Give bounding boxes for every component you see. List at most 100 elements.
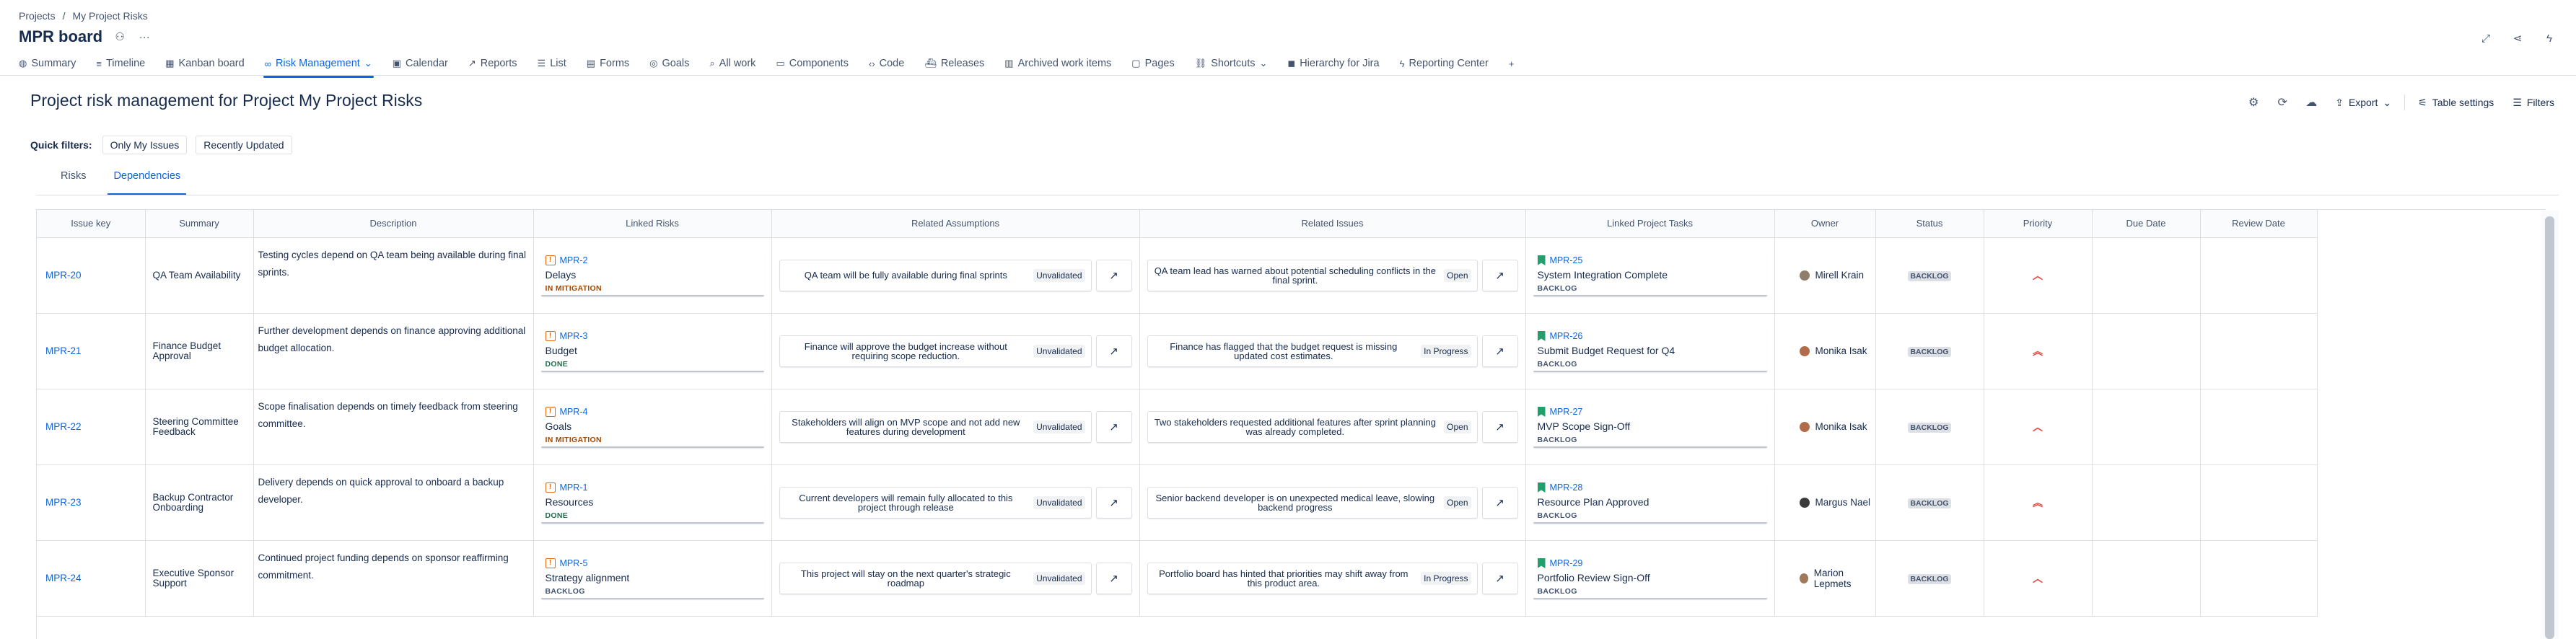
linked-task-card[interactable]: MPR-29 Portfolio Review Sign-Off BACKLOG xyxy=(1533,557,1767,599)
task-key-link[interactable]: MPR-26 xyxy=(1550,331,1583,341)
tab-all-work[interactable]: ⌕ All work xyxy=(708,53,757,74)
assumption-card[interactable]: Current developers will remain fully all… xyxy=(779,486,1092,519)
open-assumption-button[interactable]: ↗ xyxy=(1095,486,1132,519)
column-header[interactable]: Owner xyxy=(1774,210,1876,238)
tab-reporting-center[interactable]: ϟ Reporting Center xyxy=(1398,53,1490,74)
tab-pages[interactable]: ▢ Pages xyxy=(1130,53,1175,74)
tab-forms[interactable]: ▤ Forms xyxy=(585,53,631,74)
recently-updated-button[interactable]: Recently Updated xyxy=(196,136,292,154)
scrollbar-thumb[interactable] xyxy=(2545,216,2554,639)
risk-key-link[interactable]: MPR-1 xyxy=(560,482,588,493)
related-issue-card[interactable]: Portfolio board has hinted that prioriti… xyxy=(1147,562,1478,594)
related-issue-card[interactable]: QA team lead has warned about potential … xyxy=(1147,259,1478,291)
open-assumption-button[interactable]: ↗ xyxy=(1095,335,1132,367)
review-date-cell[interactable] xyxy=(2200,389,2318,465)
cloud-upload-icon[interactable]: ☁ xyxy=(2300,92,2322,113)
tab-goals[interactable]: ◎ Goals xyxy=(648,53,691,74)
issue-key-link[interactable]: MPR-20 xyxy=(45,270,82,281)
related-issue-card[interactable]: Finance has flagged that the budget requ… xyxy=(1147,335,1478,367)
linked-risk-card[interactable]: ! MPR-4 Goals IN MITIGATION xyxy=(540,405,764,448)
add-tab-button[interactable]: + xyxy=(1507,53,1516,74)
open-assumption-button[interactable]: ↗ xyxy=(1095,259,1132,291)
column-header[interactable]: Due Date xyxy=(2092,210,2201,238)
assumption-card[interactable]: QA team will be fully available during f… xyxy=(779,259,1092,291)
assumption-card[interactable]: Finance will approve the budget increase… xyxy=(779,335,1092,367)
linked-risk-card[interactable]: ! MPR-2 Delays IN MITIGATION xyxy=(540,254,764,296)
tab-dependencies[interactable]: Dependencies xyxy=(108,170,186,195)
linked-task-card[interactable]: MPR-28 Resource Plan Approved BACKLOG xyxy=(1533,481,1767,524)
owner[interactable]: Monika Isak xyxy=(1775,345,1875,356)
settings-icon[interactable]: ⚙ xyxy=(2243,92,2264,113)
risk-key-link[interactable]: MPR-4 xyxy=(560,407,588,417)
tab-shortcuts[interactable]: ⛓ Shortcuts ⌄ xyxy=(1193,53,1269,74)
share-icon[interactable]: ⋖ xyxy=(2507,27,2528,49)
assumption-card[interactable]: Stakeholders will align on MVP scope and… xyxy=(779,410,1092,443)
column-header[interactable]: Related Assumptions xyxy=(771,210,1140,238)
tab-calendar[interactable]: ▣ Calendar xyxy=(391,53,450,74)
issue-key-link[interactable]: MPR-24 xyxy=(45,573,82,583)
column-header[interactable]: Review Date xyxy=(2200,210,2318,238)
due-date-cell[interactable] xyxy=(2092,237,2201,314)
column-header[interactable]: Issue key xyxy=(37,210,146,238)
linked-task-card[interactable]: MPR-25 System Integration Complete BACKLOG xyxy=(1533,254,1767,296)
only-my-issues-button[interactable]: Only My Issues xyxy=(102,136,188,154)
task-key-link[interactable]: MPR-29 xyxy=(1550,558,1583,568)
open-issue-button[interactable]: ↗ xyxy=(1481,486,1518,519)
more-icon[interactable]: ··· xyxy=(137,30,152,44)
breadcrumb-projects-link[interactable]: Projects xyxy=(19,10,56,22)
due-date-cell[interactable] xyxy=(2092,389,2201,465)
breadcrumb-project-link[interactable]: My Project Risks xyxy=(72,10,147,22)
risk-key-link[interactable]: MPR-3 xyxy=(560,331,588,341)
open-assumption-button[interactable]: ↗ xyxy=(1095,562,1132,594)
assumption-card[interactable]: This project will stay on the next quart… xyxy=(779,562,1092,594)
export-button[interactable]: ⇪ Export ⌄ xyxy=(2329,92,2397,113)
column-header[interactable]: Linked Project Tasks xyxy=(1525,210,1775,238)
owner[interactable]: Margus Nael xyxy=(1775,497,1875,508)
tab-reports[interactable]: ↗ Reports xyxy=(467,53,519,74)
tab-risk-management[interactable]: ∞ Risk Management ⌄ xyxy=(263,53,374,78)
review-date-cell[interactable] xyxy=(2200,464,2318,541)
tab-risks[interactable]: Risks xyxy=(61,170,86,189)
fullscreen-icon[interactable]: ⤢ xyxy=(2475,27,2497,49)
column-header[interactable]: Related Issues xyxy=(1139,210,1526,238)
tab-list[interactable]: ☰ List xyxy=(536,53,568,74)
tab-archived-work-items[interactable]: ▥ Archived work items xyxy=(1003,53,1113,74)
automation-icon[interactable]: ϟ xyxy=(2538,27,2560,49)
linked-risk-card[interactable]: ! MPR-3 Budget DONE xyxy=(540,330,764,372)
related-issue-card[interactable]: Two stakeholders requested additional fe… xyxy=(1147,410,1478,443)
due-date-cell[interactable] xyxy=(2092,540,2201,617)
column-header[interactable]: Description xyxy=(253,210,534,238)
tab-timeline[interactable]: ≡ Timeline xyxy=(95,53,146,74)
column-header[interactable]: Priority xyxy=(1984,210,2093,238)
open-issue-button[interactable]: ↗ xyxy=(1481,259,1518,291)
linked-task-card[interactable]: MPR-26 Submit Budget Request for Q4 BACKLO… xyxy=(1533,330,1767,372)
linked-risk-card[interactable]: ! MPR-1 Resources DONE xyxy=(540,481,764,524)
tab-releases[interactable]: ⛴ Releases xyxy=(923,53,986,74)
linked-risk-card[interactable]: ! MPR-5 Strategy alignment BACKLOG xyxy=(540,557,764,599)
tab-summary[interactable]: ◍ Summary xyxy=(17,53,77,74)
linked-task-card[interactable]: MPR-27 MVP Scope Sign-Off BACKLOG xyxy=(1533,405,1767,448)
issue-key-link[interactable]: MPR-23 xyxy=(45,497,82,508)
owner[interactable]: Monika Isak xyxy=(1775,421,1875,432)
open-issue-button[interactable]: ↗ xyxy=(1481,562,1518,594)
issue-key-link[interactable]: MPR-21 xyxy=(45,345,82,356)
task-key-link[interactable]: MPR-25 xyxy=(1550,255,1583,265)
open-assumption-button[interactable]: ↗ xyxy=(1095,410,1132,443)
review-date-cell[interactable] xyxy=(2200,540,2318,617)
task-key-link[interactable]: MPR-27 xyxy=(1550,407,1583,417)
issue-key-link[interactable]: MPR-22 xyxy=(45,421,82,432)
review-date-cell[interactable] xyxy=(2200,237,2318,314)
open-issue-button[interactable]: ↗ xyxy=(1481,410,1518,443)
due-date-cell[interactable] xyxy=(2092,313,2201,389)
owner[interactable]: Mirell Krain xyxy=(1775,270,1875,281)
tab-kanban-board[interactable]: ▦ Kanban board xyxy=(164,53,245,74)
tab-components[interactable]: ▭ Components xyxy=(774,53,850,74)
column-header[interactable]: Status xyxy=(1875,210,1984,238)
refresh-icon[interactable]: ⟳ xyxy=(2271,92,2293,113)
column-header[interactable]: Summary xyxy=(145,210,254,238)
owner[interactable]: Marion Lepmets xyxy=(1775,568,1875,589)
related-issue-card[interactable]: Senior backend developer is on unexpecte… xyxy=(1147,486,1478,519)
team-icon[interactable]: ⚇ xyxy=(113,30,127,44)
risk-key-link[interactable]: MPR-2 xyxy=(560,255,588,265)
tab-code[interactable]: ‹› Code xyxy=(867,53,906,74)
